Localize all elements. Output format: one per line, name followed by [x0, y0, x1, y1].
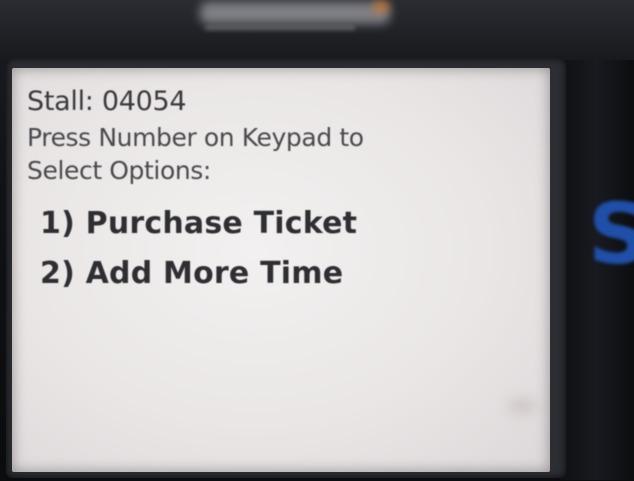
brand-logo [200, 2, 390, 24]
top-bezel-strip [0, 0, 634, 64]
stall-number: Stall: 04054 [27, 86, 187, 117]
brand-tagline [205, 26, 355, 30]
side-panel-lettering: S [588, 185, 634, 283]
lcd-screen: Stall: 04054 Press Number on Keypad to S… [12, 68, 550, 472]
instruction-text-line-2: Select Options: [27, 156, 211, 185]
screen-smudge [507, 398, 537, 414]
brand-accent-dot [372, 0, 390, 14]
option-add-more-time[interactable]: 2) Add More Time [40, 256, 343, 291]
kiosk-housing: S Stall: 04054 Press Number on Keypad to… [0, 0, 634, 481]
option-purchase-ticket[interactable]: 1) Purchase Ticket [40, 206, 357, 241]
instruction-text-line-1: Press Number on Keypad to [27, 123, 364, 152]
